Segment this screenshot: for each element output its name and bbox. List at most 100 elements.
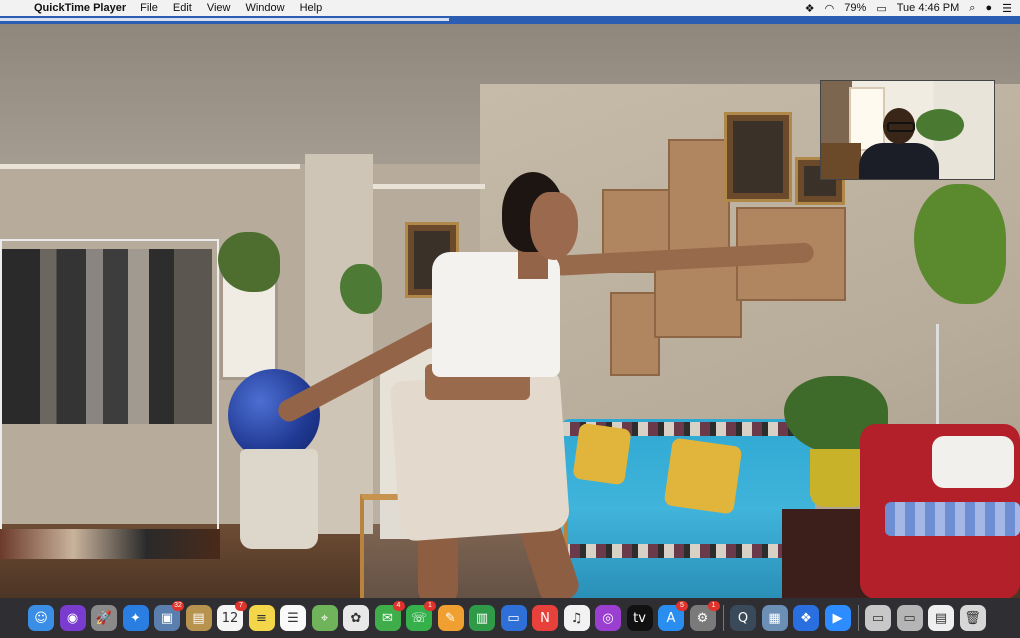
playback-progress-bar[interactable] <box>0 18 449 21</box>
dock-launchpad-icon[interactable]: 🚀 <box>91 605 117 631</box>
dock-facetime-icon[interactable]: ☏ 1 <box>406 601 436 631</box>
dock-dropbox-icon[interactable]: ❖ <box>793 605 819 631</box>
app-menu-quicktime[interactable]: QuickTime Player <box>34 2 126 14</box>
menu-bar: QuickTime Player File Edit View Window H… <box>0 0 1020 16</box>
dock-reminders-icon[interactable]: ☰ <box>280 605 306 631</box>
yellow-pillow <box>663 437 743 515</box>
laundry-basket <box>240 449 318 549</box>
notification-badge: 32 <box>172 601 184 611</box>
music-icon: ♫ <box>570 610 583 626</box>
pages-icon: ✎ <box>445 610 456 626</box>
clock[interactable]: Tue 4:46 PM <box>897 2 960 14</box>
user-avatar-icon[interactable]: ● <box>985 2 992 14</box>
pip-plant <box>916 109 964 141</box>
safari-icon: ✦ <box>130 610 141 626</box>
menu-edit[interactable]: Edit <box>173 2 192 14</box>
corkboard <box>654 259 742 338</box>
corkboard <box>668 139 730 261</box>
dropbox-icon: ❖ <box>800 610 812 626</box>
dock-image-capture-icon[interactable]: ▦ <box>761 605 788 631</box>
picture-frame <box>724 112 792 202</box>
notification-badge: 1 <box>707 601 720 611</box>
app-store-icon: A <box>666 610 676 626</box>
document-icon: ▤ <box>934 610 948 626</box>
quicktime-icon: Q <box>737 610 749 626</box>
crown-molding <box>370 184 485 189</box>
calendar-icon: 12 <box>221 610 239 626</box>
dock-quicktime-icon[interactable]: Q <box>730 605 756 631</box>
facetime-icon: ☏ <box>410 610 428 626</box>
dock-document-icon[interactable]: ▤ <box>928 605 954 631</box>
news-icon: N <box>540 610 550 626</box>
dock-siri-icon[interactable]: ◉ <box>59 605 86 631</box>
dock-notes-icon[interactable]: ≡ <box>248 605 275 631</box>
corkboard <box>610 292 660 376</box>
dock-separator <box>858 605 859 631</box>
dock-app-store-icon[interactable]: A5 <box>658 601 688 631</box>
dock-maps-icon[interactable]: ⌖ <box>311 605 338 631</box>
dock-calendar-icon[interactable]: 12 7 <box>217 601 247 631</box>
dock-system-preferences-icon[interactable]: ⚙ 1 <box>689 601 720 631</box>
notification-badge: 4 <box>392 601 405 611</box>
picture-in-picture-webcam[interactable] <box>820 80 995 180</box>
battery-icon[interactable]: ▭ <box>876 2 886 15</box>
photos-icon: ✿ <box>350 610 362 626</box>
dock-notefile-icon[interactable]: ▤ <box>185 605 212 631</box>
notification-badge: 5 <box>676 601 688 611</box>
menu-file[interactable]: File <box>140 2 158 14</box>
pip-glasses <box>887 122 915 132</box>
dock-safari-icon[interactable]: ✦ <box>122 605 149 631</box>
messages-icon: ✉ <box>382 610 393 626</box>
pip-window <box>849 87 885 151</box>
dock-numbers-icon[interactable]: ▥ <box>469 605 495 631</box>
dock-podcasts-icon[interactable]: ◎ <box>595 605 621 631</box>
finder-icon: ☺ <box>34 610 48 626</box>
dock-preview-icon[interactable]: ▣ 32 <box>154 601 184 631</box>
notification-badge: 7 <box>235 601 247 611</box>
dock-keynote-icon[interactable]: ▭ <box>500 605 527 631</box>
dock-trash-icon[interactable]: 🗑 <box>959 605 986 631</box>
dock-photos-icon[interactable]: ✿ <box>343 605 369 631</box>
dropbox-status-icon[interactable]: ❖ <box>805 2 815 15</box>
zoom-icon: ▶ <box>832 610 843 626</box>
maps-icon: ⌖ <box>320 610 329 626</box>
menu-window[interactable]: Window <box>245 2 284 14</box>
menu-view[interactable]: View <box>207 2 231 14</box>
dock-pages-icon[interactable]: ✎ <box>437 605 464 631</box>
shoe-rack <box>0 529 220 559</box>
launchpad-icon: 🚀 <box>95 610 113 626</box>
menu-help[interactable]: Help <box>300 2 323 14</box>
dock-zoom-icon[interactable]: ▶ <box>824 605 851 631</box>
status-area: ❖ ◠ 79% ▭ Tue 4:46 PM ⌕ ● ☰ <box>805 0 1012 16</box>
dock-folder-2-icon[interactable]: ▭ <box>896 605 923 631</box>
spotlight-search-icon[interactable]: ⌕ <box>969 2 975 15</box>
folder-2-icon: ▭ <box>903 610 916 626</box>
keynote-icon: ▭ <box>507 610 520 626</box>
notes-icon: ≡ <box>256 610 267 626</box>
pip-person-body <box>859 143 939 179</box>
dock-tv-icon[interactable]: tv <box>626 605 653 631</box>
battery-percent: 79% <box>844 2 867 14</box>
video-frame[interactable] <box>0 24 1020 598</box>
dock-folder-1-icon[interactable]: ▭ <box>865 605 891 631</box>
dock: ☺ ◉ 🚀 ✦ ▣ 32 ▤ 12 7 ≡ ☰ ⌖ ✿ ✉ 4 ☏ 1 ✎ ▥ ▭ N ♫ ◎ tv A 5 ⚙ 1 Q ▦ ❖ ▶ ▭ ▭ ▤ 🗑 <box>0 598 1020 638</box>
hanging-plant <box>340 264 382 314</box>
dock-music-icon[interactable]: ♫ <box>563 605 590 631</box>
folded-blanket <box>885 502 1020 536</box>
crown-molding <box>0 164 300 169</box>
reminders-icon: ☰ <box>287 610 299 626</box>
notification-badge: 1 <box>424 601 436 611</box>
dock-messages-icon[interactable]: ✉ 4 <box>374 601 405 631</box>
hanging-clothes <box>2 249 212 424</box>
yellow-pillow <box>572 422 632 486</box>
notefile-icon: ▤ <box>192 610 205 626</box>
preview-icon: ▣ <box>160 610 174 626</box>
wifi-icon[interactable]: ◠ <box>825 2 835 15</box>
tv-icon: tv <box>633 610 646 626</box>
notification-center-icon[interactable]: ☰ <box>1002 2 1012 15</box>
dock-finder-icon[interactable]: ☺ <box>28 605 54 631</box>
pip-desk <box>821 143 861 179</box>
dock-news-icon[interactable]: N <box>532 605 558 631</box>
siri-icon: ◉ <box>66 610 79 626</box>
white-cushion <box>932 436 1014 488</box>
